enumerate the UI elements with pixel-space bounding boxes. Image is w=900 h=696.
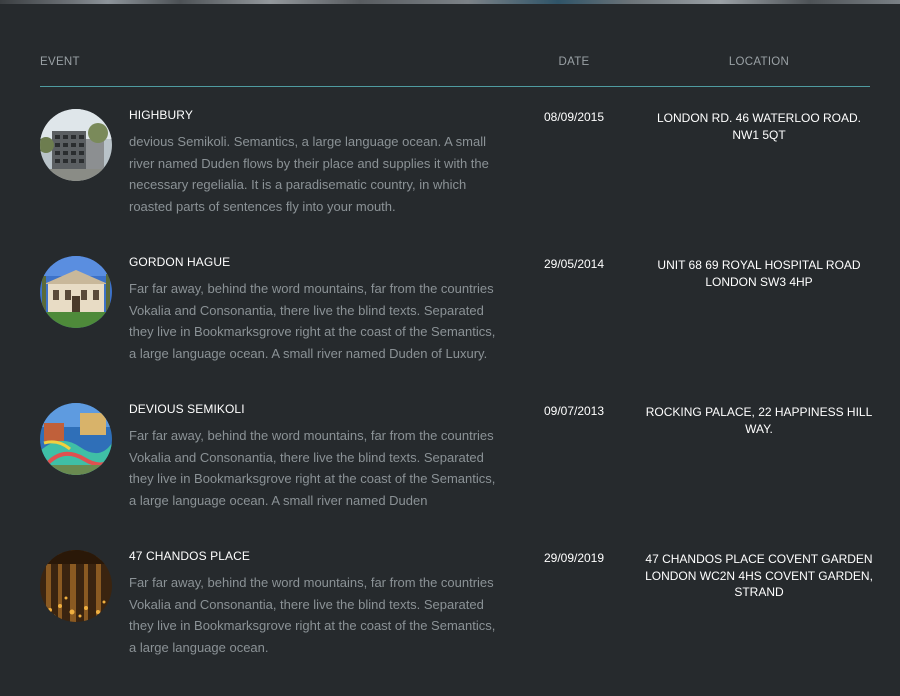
column-header-location: LOCATION [728, 56, 790, 68]
events-table: EVENT DATE LOCATION HIGHBURY devious Sem… [40, 0, 873, 655]
event-description: devious Semikoli. Semantics, a large lan… [129, 134, 489, 214]
column-header-event: EVENT [40, 56, 80, 68]
event-description: Far far away, behind the word mountains,… [129, 428, 496, 508]
event-location: 47 CHANDOS PLACE COVENT GARDEN LONDON WC… [645, 552, 873, 599]
event-title[interactable]: 47 CHANDOS PLACE [129, 549, 250, 563]
event-date: 09/07/2013 [543, 404, 605, 418]
table-row: HIGHBURY devious Semikoli. Semantics, a … [40, 108, 870, 255]
event-description: Far far away, behind the word mountains,… [129, 281, 496, 361]
event-date: 29/09/2019 [543, 551, 605, 565]
table-row: DEVIOUS SEMIKOLI Far far away, behind th… [40, 402, 872, 549]
column-header-date: DATE [558, 56, 590, 68]
event-date: 29/05/2014 [543, 257, 605, 271]
table-header: EVENT DATE LOCATION [40, 56, 870, 87]
table-row: GORDON HAGUE Far far away, behind the wo… [40, 255, 870, 402]
event-location: LONDON RD. 46 WATERLOO ROAD. NW1 5QT [656, 111, 862, 142]
event-title[interactable]: GORDON HAGUE [129, 255, 230, 269]
event-location: ROCKING PALACE, 22 HAPPINESS HILL WAY. [645, 405, 873, 436]
event-description: Far far away, behind the word mountains,… [129, 575, 496, 655]
water-park-photo-icon[interactable] [40, 403, 112, 475]
event-title[interactable]: HIGHBURY [129, 108, 193, 122]
event-date: 08/09/2015 [543, 110, 605, 124]
villa-photo-icon[interactable] [40, 256, 112, 328]
event-location: UNIT 68 69 ROYAL HOSPITAL ROAD LONDON SW… [657, 258, 861, 289]
event-title[interactable]: DEVIOUS SEMIKOLI [129, 402, 245, 416]
candlelit-venue-photo-icon[interactable] [40, 550, 112, 622]
apartment-building-photo-icon[interactable] [40, 109, 112, 181]
